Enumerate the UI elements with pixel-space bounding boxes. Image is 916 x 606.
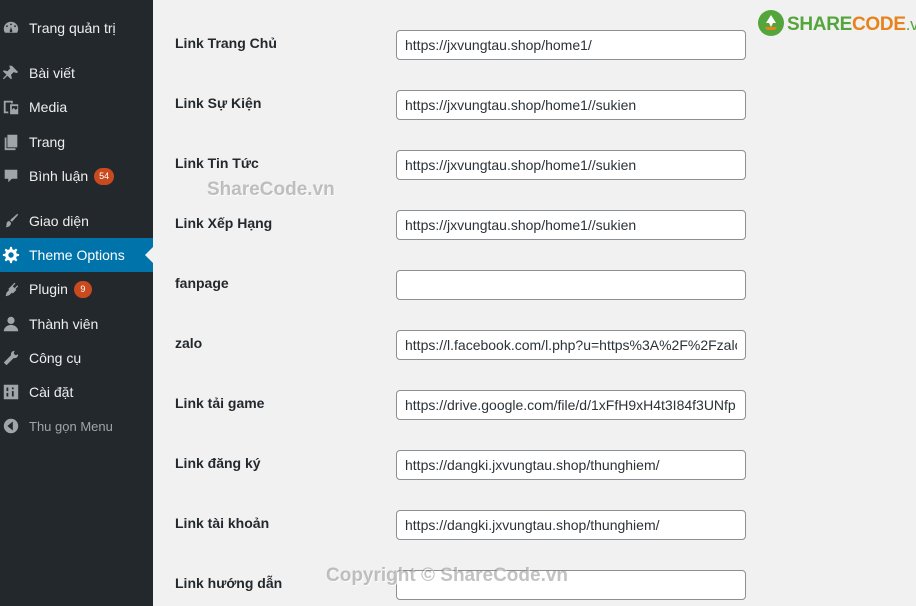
settings-icon — [2, 383, 20, 401]
sidebar-item-media[interactable]: Media — [0, 90, 153, 124]
sidebar-item-users[interactable]: Thành viên — [0, 307, 153, 341]
recycle-logo-icon — [757, 9, 785, 42]
sidebar-item-label: Công cụ — [29, 350, 82, 366]
field-label: zalo — [175, 335, 203, 351]
sidebar-item-label: Thành viên — [29, 316, 99, 332]
field-row: fanpage — [153, 270, 916, 335]
brush-icon — [2, 212, 20, 230]
link-home-input[interactable] — [396, 30, 746, 60]
sidebar-item-settings[interactable]: Cài đặt — [0, 375, 153, 409]
sidebar-item-label: Trang quản trị — [29, 20, 116, 36]
admin-sidebar: Trang quản trị Bài viết Media Trang Bình… — [0, 0, 153, 606]
sidebar-item-label: Theme Options — [29, 247, 125, 263]
account-link-input[interactable] — [396, 510, 746, 540]
sidebar-item-label: Media — [29, 99, 68, 115]
field-row: Link Xếp Hạng — [153, 210, 916, 275]
user-icon — [2, 315, 20, 333]
logo-text-share: SHARE — [787, 14, 853, 35]
logo-text-code: CODE — [852, 14, 906, 35]
sidebar-item-dashboard[interactable]: Trang quản trị — [0, 11, 153, 45]
plugin-update-badge: 9 — [73, 280, 92, 298]
field-label: Link Xếp Hạng — [175, 215, 273, 231]
sidebar-item-theme-options[interactable]: Theme Options — [0, 238, 153, 272]
field-label: Link tải game — [175, 395, 265, 411]
download-game-input[interactable] — [396, 390, 746, 420]
comment-count-badge: 54 — [94, 167, 115, 185]
sidebar-item-appearance[interactable]: Giao diện — [0, 204, 153, 238]
media-icon — [2, 98, 20, 116]
collapse-icon — [2, 417, 20, 435]
field-label: Link tài khoản — [175, 515, 270, 531]
link-ranking-input[interactable] — [396, 210, 746, 240]
sidebar-item-label: Thu gọn Menu — [29, 418, 113, 434]
field-row: Link Trang Chủ — [153, 30, 916, 95]
fanpage-input[interactable] — [396, 270, 746, 300]
field-label: Link hướng dẫn — [175, 575, 283, 591]
link-events-input[interactable] — [396, 90, 746, 120]
field-row: Link tải game — [153, 390, 916, 455]
watermark-text: ShareCode.vn — [207, 179, 335, 200]
sidebar-item-posts[interactable]: Bài viết — [0, 56, 153, 90]
sidebar-item-label: Plugin — [29, 281, 68, 297]
sidebar-item-label: Bình luận — [29, 168, 89, 184]
field-label: Link đăng ký — [175, 455, 261, 471]
collapse-menu-button[interactable]: Thu gọn Menu — [0, 409, 153, 443]
sidebar-item-pages[interactable]: Trang — [0, 125, 153, 159]
sidebar-item-label: Trang — [29, 134, 66, 150]
theme-options-form: Link Trang Chủ Link Sự Kiện Link Tin Tức… — [153, 0, 916, 606]
register-link-input[interactable] — [396, 450, 746, 480]
comment-icon — [2, 167, 20, 185]
wrench-icon — [2, 349, 20, 367]
field-row: Link đăng ký — [153, 450, 916, 515]
sharecode-logo: SHARECODE.vn — [757, 9, 916, 42]
field-label: Link Sự Kiện — [175, 95, 262, 111]
field-row: Link Sự Kiện — [153, 90, 916, 155]
field-label: fanpage — [175, 275, 229, 291]
page-icon — [2, 133, 20, 151]
sidebar-item-comments[interactable]: Bình luận 54 — [0, 159, 153, 193]
sidebar-item-label: Bài viết — [29, 65, 75, 81]
field-label: Link Tin Tức — [175, 155, 259, 171]
sidebar-item-label: Cài đặt — [29, 384, 74, 400]
plugin-icon — [2, 280, 20, 298]
field-row: zalo — [153, 330, 916, 395]
sidebar-item-label: Giao diện — [29, 213, 89, 229]
field-label: Link Trang Chủ — [175, 35, 277, 51]
link-news-input[interactable] — [396, 150, 746, 180]
zalo-input[interactable] — [396, 330, 746, 360]
dashboard-icon — [2, 19, 20, 37]
sidebar-item-tools[interactable]: Công cụ — [0, 341, 153, 375]
copyright-watermark: Copyright © ShareCode.vn — [326, 565, 569, 586]
gear-icon — [2, 246, 20, 264]
pin-icon — [2, 64, 20, 82]
logo-text-domain: .vn — [905, 15, 916, 34]
sidebar-item-plugins[interactable]: Plugin 9 — [0, 272, 153, 306]
